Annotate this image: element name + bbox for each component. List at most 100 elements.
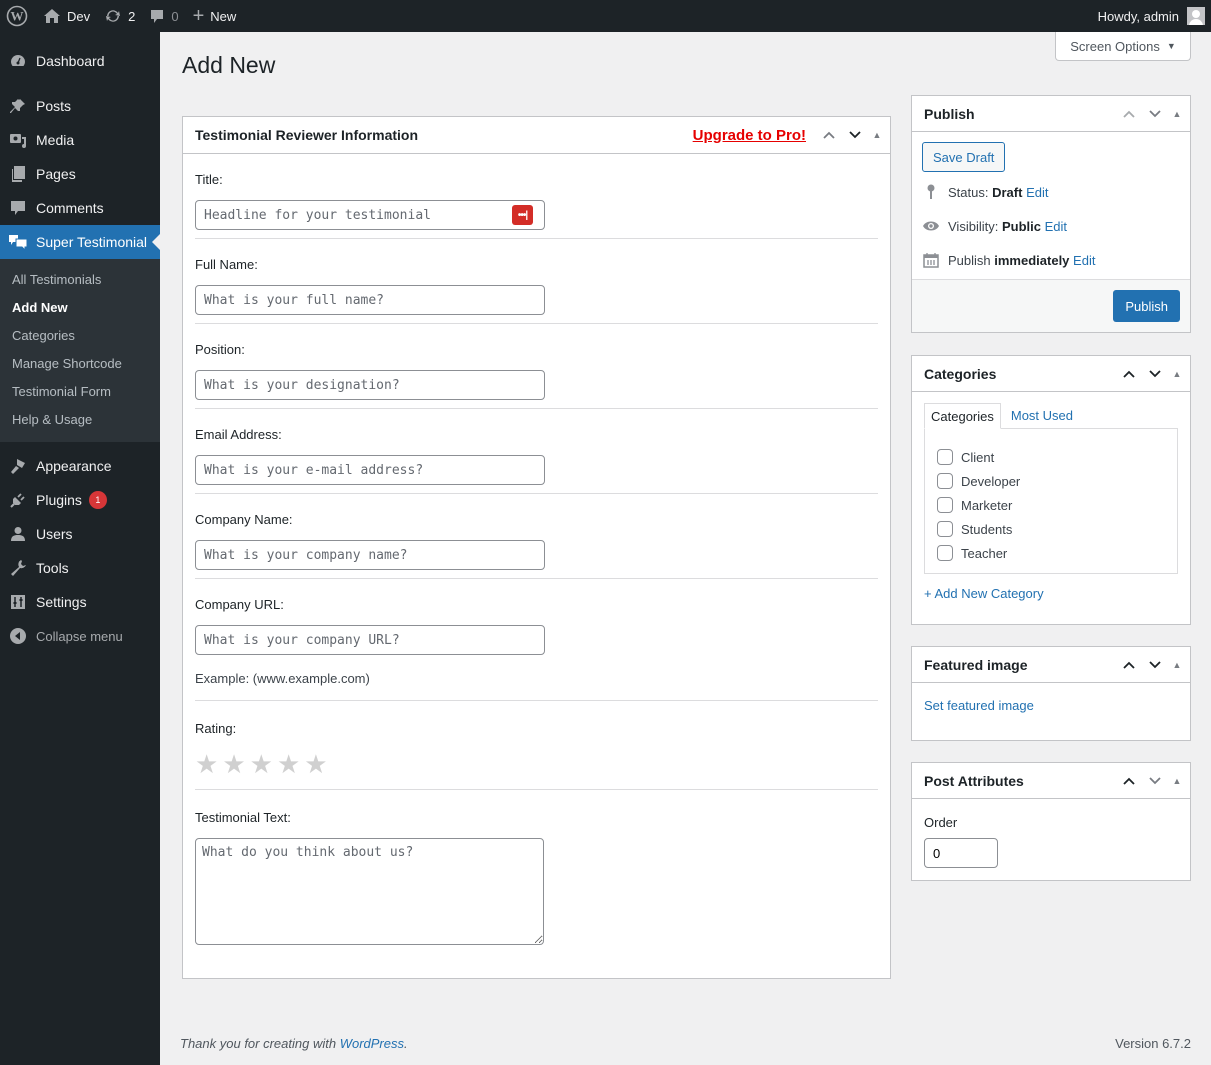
- sidebar-item-pages[interactable]: Pages: [0, 157, 160, 191]
- sidebar-item-appearance[interactable]: Appearance: [0, 449, 160, 483]
- rating-stars[interactable]: ★ ★ ★ ★ ★: [195, 749, 878, 779]
- category-item[interactable]: Developer: [937, 469, 1165, 493]
- triangle-up-icon: ▲: [1172, 659, 1182, 670]
- submenu-all-testimonials[interactable]: All Testimonials: [0, 266, 160, 294]
- greeting-link[interactable]: Howdy, admin: [1098, 9, 1179, 24]
- comments-link[interactable]: 0: [142, 0, 185, 32]
- submenu-categories[interactable]: Categories: [0, 322, 160, 350]
- sidebar-item-settings[interactable]: Settings: [0, 585, 160, 619]
- pages-icon: [8, 164, 28, 184]
- full-name-input[interactable]: [195, 285, 545, 315]
- chevron-up-icon: [1123, 777, 1135, 785]
- collapse-menu-button[interactable]: Collapse menu: [0, 619, 160, 653]
- move-down-button[interactable]: [1142, 101, 1168, 127]
- visibility-row: Visibility: Public Edit: [912, 209, 1190, 243]
- category-checkbox[interactable]: [937, 521, 953, 537]
- add-new-category-link[interactable]: + Add New Category: [924, 586, 1178, 601]
- status-label: Status:: [948, 184, 989, 200]
- new-content-link[interactable]: + New: [186, 0, 244, 32]
- sidebar-item-dashboard[interactable]: Dashboard: [0, 44, 160, 78]
- sidebar-item-users[interactable]: Users: [0, 517, 160, 551]
- rating-star[interactable]: ★: [277, 749, 300, 779]
- post-attributes-box: Post Attributes ▲ Order: [911, 762, 1191, 881]
- edit-schedule-link[interactable]: Edit: [1073, 253, 1095, 268]
- box-title: Post Attributes: [924, 772, 1024, 789]
- visibility-value: Public: [1001, 218, 1041, 234]
- toggle-panel-button[interactable]: ▲: [868, 122, 886, 148]
- toggle-panel-button[interactable]: ▲: [1168, 361, 1186, 387]
- upgrade-to-pro-link[interactable]: Upgrade to Pro!: [693, 127, 806, 144]
- wordpress-logo-button[interactable]: W: [0, 0, 36, 32]
- move-down-button[interactable]: [1142, 361, 1168, 387]
- rating-star[interactable]: ★: [250, 749, 273, 779]
- title-label: Title:: [195, 172, 223, 187]
- screen-options-button[interactable]: Screen Options ▼: [1055, 32, 1191, 61]
- category-checkbox[interactable]: [937, 497, 953, 513]
- move-up-button[interactable]: [1116, 101, 1142, 127]
- submenu-add-new[interactable]: Add New: [0, 294, 160, 322]
- toggle-panel-button[interactable]: ▲: [1168, 768, 1186, 794]
- sidebar-item-posts[interactable]: Posts: [0, 89, 160, 123]
- sidebar-item-plugins[interactable]: Plugins 1: [0, 483, 160, 517]
- testimonial-text-input[interactable]: [195, 838, 544, 945]
- category-checkbox[interactable]: [937, 473, 953, 489]
- company-url-label: Company URL:: [195, 597, 284, 612]
- sidebar-item-media[interactable]: Media: [0, 123, 160, 157]
- category-item[interactable]: Marketer: [937, 493, 1165, 517]
- sidebar-item-super-testimonial[interactable]: Super Testimonial: [0, 225, 160, 259]
- category-item[interactable]: Client: [937, 445, 1165, 469]
- submenu-testimonial-form[interactable]: Testimonial Form: [0, 378, 160, 406]
- edit-visibility-link[interactable]: Edit: [1045, 219, 1067, 234]
- title-input[interactable]: [195, 200, 545, 230]
- testimonial-submenu: All Testimonials Add New Categories Mana…: [0, 259, 160, 442]
- testimonial-info-box: Testimonial Reviewer Information Upgrade…: [182, 116, 891, 979]
- chevron-up-icon: [1123, 661, 1135, 669]
- rating-star[interactable]: ★: [304, 749, 327, 779]
- save-draft-button[interactable]: Save Draft: [922, 142, 1006, 172]
- edit-status-link[interactable]: Edit: [1026, 185, 1048, 200]
- avatar[interactable]: [1187, 7, 1205, 25]
- move-down-button[interactable]: [1142, 652, 1168, 678]
- submenu-manage-shortcode[interactable]: Manage Shortcode: [0, 350, 160, 378]
- collapse-label: Collapse menu: [36, 628, 123, 644]
- sidebar-item-label: Pages: [36, 166, 76, 182]
- tab-most-used[interactable]: Most Used: [1001, 403, 1079, 429]
- category-label: Developer: [961, 473, 1021, 489]
- move-up-button[interactable]: [816, 122, 842, 148]
- email-input[interactable]: [195, 455, 545, 485]
- rating-star[interactable]: ★: [222, 749, 245, 779]
- move-up-button[interactable]: [1116, 768, 1142, 794]
- password-manager-icon[interactable]: •••|: [512, 205, 533, 225]
- toggle-panel-button[interactable]: ▲: [1168, 101, 1186, 127]
- position-input[interactable]: [195, 370, 545, 400]
- sidebar-item-tools[interactable]: Tools: [0, 551, 160, 585]
- testimonial-text-field-group: Testimonial Text:: [195, 790, 878, 956]
- site-name-link[interactable]: Dev: [36, 0, 97, 32]
- toggle-panel-button[interactable]: ▲: [1168, 652, 1186, 678]
- category-item[interactable]: Teacher: [937, 541, 1165, 565]
- triangle-up-icon: ▲: [872, 130, 882, 140]
- category-checkbox[interactable]: [937, 545, 953, 561]
- category-checkbox[interactable]: [937, 449, 953, 465]
- rating-star[interactable]: ★: [195, 749, 218, 779]
- publish-button[interactable]: Publish: [1113, 290, 1180, 322]
- company-name-input[interactable]: [195, 540, 545, 570]
- wordpress-link[interactable]: WordPress: [340, 1036, 404, 1051]
- sidebar-item-label: Comments: [36, 200, 104, 216]
- comment-icon: [8, 198, 28, 218]
- publish-box: Publish ▲ Save Draft Status: Draft Edit …: [911, 95, 1191, 333]
- move-down-button[interactable]: [1142, 768, 1168, 794]
- category-item[interactable]: Students: [937, 517, 1165, 541]
- dashboard-icon: [8, 51, 28, 71]
- company-url-input[interactable]: [195, 625, 545, 655]
- tab-all-categories[interactable]: Categories: [924, 403, 1001, 429]
- move-up-button[interactable]: [1116, 652, 1142, 678]
- submenu-help-usage[interactable]: Help & Usage: [0, 406, 160, 434]
- sidebar-item-comments[interactable]: Comments: [0, 191, 160, 225]
- updates-link[interactable]: 2: [97, 0, 142, 32]
- order-input[interactable]: [924, 838, 998, 868]
- sidebar-item-label: Posts: [36, 98, 72, 114]
- move-down-button[interactable]: [842, 122, 868, 148]
- move-up-button[interactable]: [1116, 361, 1142, 387]
- set-featured-image-link[interactable]: Set featured image: [924, 698, 1034, 713]
